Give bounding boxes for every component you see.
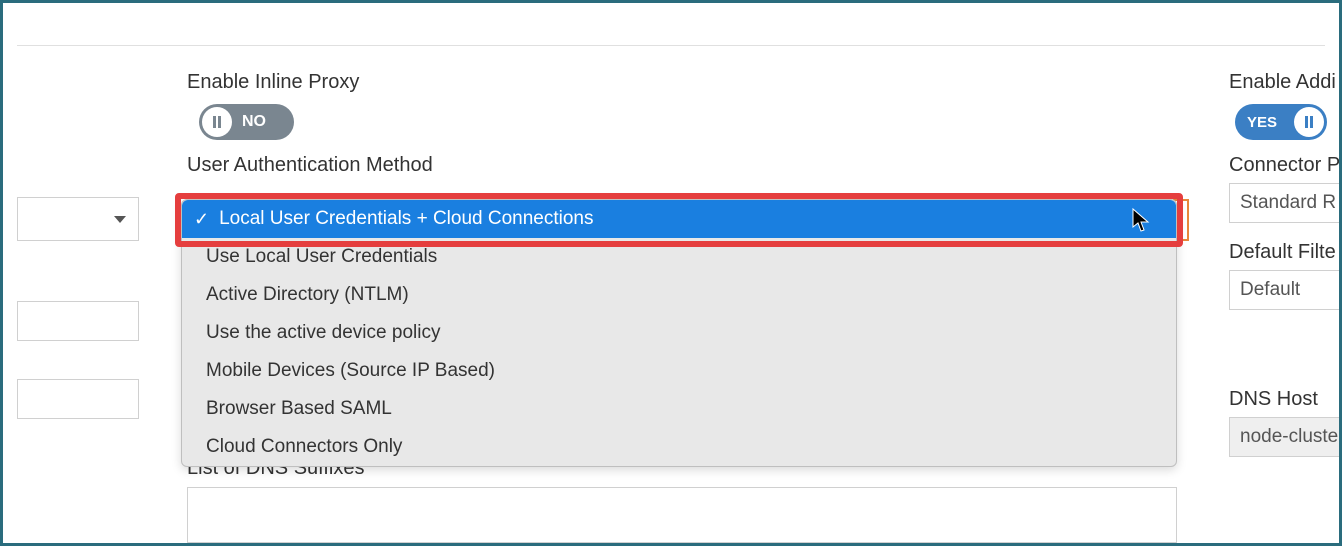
toggle-handle-icon bbox=[202, 107, 232, 137]
auth-option-label: Local User Credentials + Cloud Connectio… bbox=[219, 208, 593, 230]
enable-inline-proxy-label: Enable Inline Proxy bbox=[187, 71, 1197, 94]
dns-host-input[interactable]: node-cluste bbox=[1229, 417, 1342, 457]
default-filter-label: Default Filte bbox=[1229, 241, 1342, 264]
left-input-fragment-3[interactable] bbox=[17, 379, 139, 419]
left-input-fragment-2[interactable] bbox=[17, 301, 139, 341]
auth-option[interactable]: Browser Based SAML bbox=[182, 390, 1176, 428]
auth-option[interactable]: Use the active device policy bbox=[182, 314, 1176, 352]
main-area: Enable Inline Proxy NO User Authenticati… bbox=[17, 71, 1325, 529]
auth-option[interactable]: Active Directory (NTLM) bbox=[182, 276, 1176, 314]
auth-option[interactable]: Cloud Connectors Only bbox=[182, 428, 1176, 466]
enable-addi-toggle[interactable]: YES bbox=[1235, 104, 1327, 140]
auth-option-selected[interactable]: ✓ Local User Credentials + Cloud Connect… bbox=[182, 200, 1176, 238]
connector-label: Connector P bbox=[1229, 154, 1342, 177]
right-column: Enable Addi YES Connector P Standard R D… bbox=[1229, 71, 1342, 457]
connector-select[interactable]: Standard R bbox=[1229, 183, 1342, 223]
chevron-down-icon bbox=[114, 216, 126, 223]
toggle-handle-icon bbox=[1294, 107, 1324, 137]
dns-suffixes-input[interactable] bbox=[187, 487, 1177, 543]
user-auth-method-dropdown[interactable]: ✓ Local User Credentials + Cloud Connect… bbox=[181, 199, 1177, 467]
toggle-value: NO bbox=[242, 113, 266, 131]
auth-option[interactable]: Use Local User Credentials bbox=[182, 238, 1176, 276]
toggle-value: YES bbox=[1247, 114, 1277, 131]
default-filter-select[interactable]: Default bbox=[1229, 270, 1342, 310]
dns-host-label: DNS Host bbox=[1229, 388, 1342, 411]
settings-panel: Enable Inline Proxy NO User Authenticati… bbox=[0, 0, 1342, 546]
divider bbox=[17, 45, 1325, 46]
check-icon: ✓ bbox=[194, 209, 209, 230]
user-auth-method-label: User Authentication Method bbox=[187, 154, 1197, 177]
enable-addi-label: Enable Addi bbox=[1229, 71, 1342, 94]
enable-inline-proxy-toggle[interactable]: NO bbox=[199, 104, 294, 140]
center-column: Enable Inline Proxy NO User Authenticati… bbox=[187, 71, 1197, 181]
left-dropdown-fragment[interactable] bbox=[17, 197, 139, 241]
auth-option[interactable]: Mobile Devices (Source IP Based) bbox=[182, 352, 1176, 390]
